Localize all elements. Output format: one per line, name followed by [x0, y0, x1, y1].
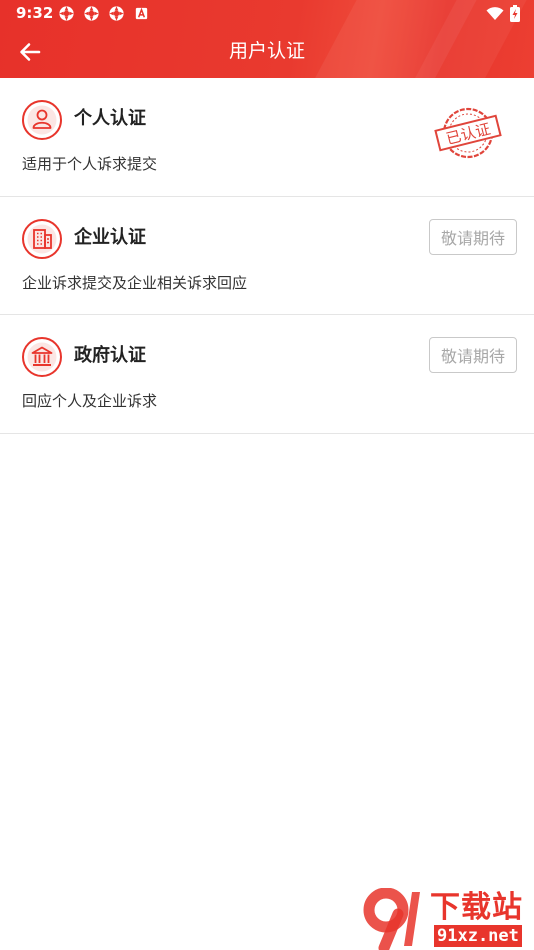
- status-time: 9:32: [16, 4, 54, 22]
- text-a-icon: [135, 7, 148, 20]
- status-bar: 9:32: [0, 0, 534, 28]
- person-icon: [22, 100, 62, 140]
- card-description: 企业诉求提交及企业相关诉求回应: [22, 274, 248, 292]
- government-icon: [22, 337, 62, 377]
- card-description: 适用于个人诉求提交: [22, 155, 158, 173]
- app-header: 9:32 用户认证: [0, 0, 534, 78]
- watermark-logo-icon: [363, 888, 420, 950]
- watermark-text: 下载站: [430, 890, 523, 925]
- watermark-domain: 91xz.net: [434, 925, 522, 947]
- sync-icon: [59, 6, 74, 21]
- sync-icon: [84, 6, 99, 21]
- verified-stamp: 已认证: [434, 107, 502, 159]
- site-watermark: 下载站 91xz.net: [362, 888, 534, 950]
- page-title: 用户认证: [228, 40, 305, 62]
- wifi-icon: [486, 7, 504, 20]
- card-title: 政府认证: [74, 345, 146, 366]
- coming-soon-button[interactable]: 敬请期待: [429, 337, 517, 373]
- card-description: 回应个人及企业诉求: [22, 392, 158, 410]
- enterprise-auth-card[interactable]: 企业认证 企业诉求提交及企业相关诉求回应 敬请期待: [0, 197, 534, 315]
- card-title: 个人认证: [74, 108, 146, 129]
- building-icon: [22, 219, 62, 259]
- coming-soon-button[interactable]: 敬请期待: [429, 219, 517, 255]
- sync-icon: [109, 6, 124, 21]
- government-auth-card[interactable]: 政府认证 回应个人及企业诉求 敬请期待: [0, 315, 534, 434]
- battery-charging-icon: [510, 5, 520, 22]
- personal-auth-card[interactable]: 个人认证 适用于个人诉求提交 已认证: [0, 78, 534, 197]
- card-title: 企业认证: [74, 227, 146, 248]
